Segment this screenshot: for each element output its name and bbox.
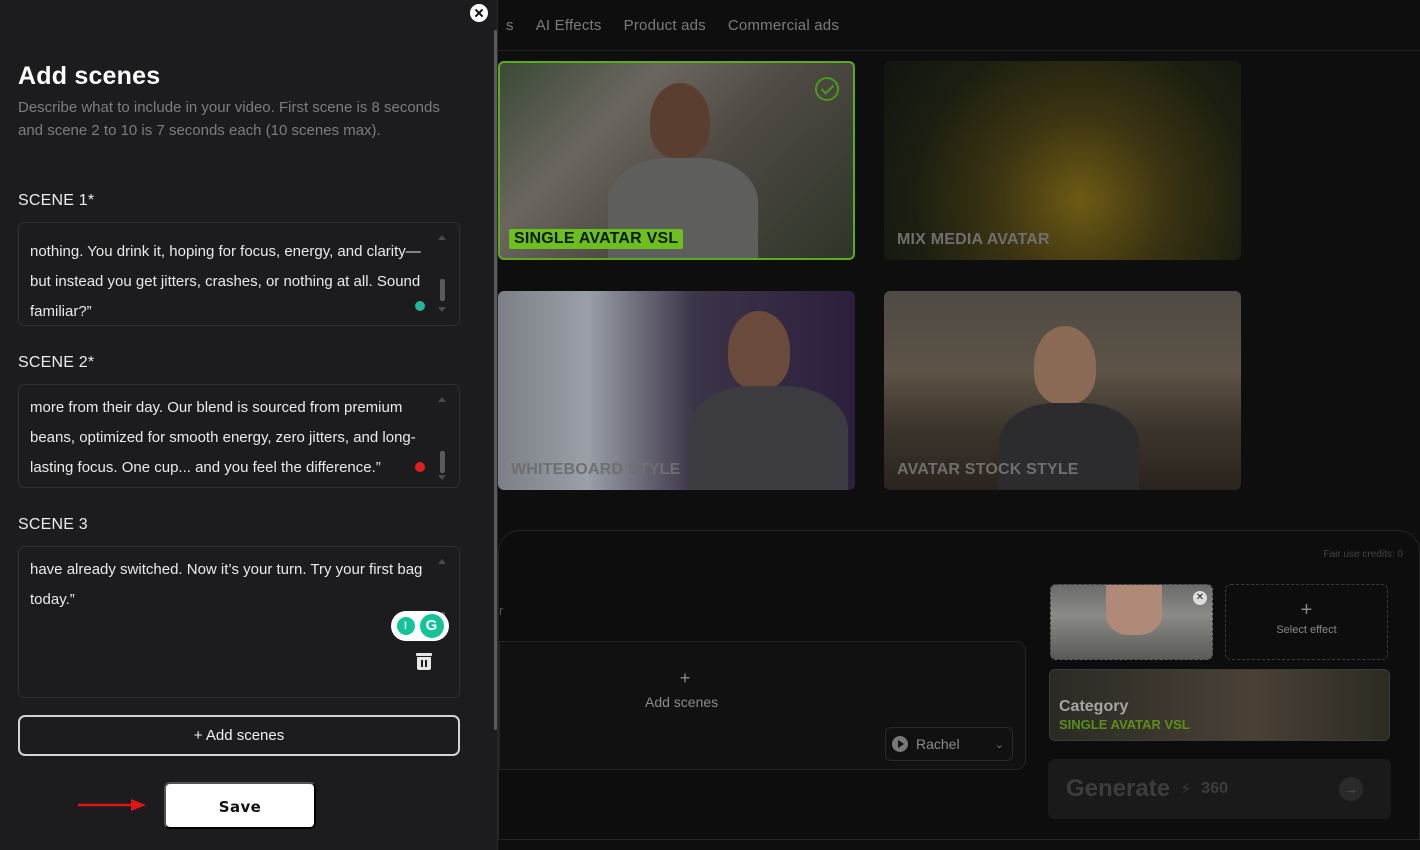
category-tabs: s AI Effects Product ads Commercial ads [498,0,1420,51]
scene-2-scrollbar[interactable] [438,397,446,480]
scene-2-textarea[interactable]: more from their day. Our blend is source… [18,384,460,488]
scroll-thumb [439,451,445,473]
stock-face-image [1034,326,1096,404]
style-card-avatar-stock-style[interactable]: AVATAR STOCK STYLE [884,291,1241,490]
tab-ai-effects[interactable]: AI Effects [536,17,602,34]
panel-scrollbar[interactable] [494,30,497,730]
truncated-label: r [499,603,504,618]
trash-body [417,657,431,670]
scroll-thumb [439,279,445,301]
chevron-down-icon: ⌄ [994,738,1004,751]
presenter-body-image [688,386,848,490]
tab-commercial-ads[interactable]: Commercial ads [728,17,839,34]
selected-check-icon [815,77,839,101]
category-key: Category [1059,698,1129,715]
scene-1-title: SCENE 1* [18,192,95,209]
tab-product-ads[interactable]: Product ads [624,17,706,34]
voice-name: Rachel [916,736,960,752]
generator-panel: Fair use credits: 0 r + Add scenes Rache… [498,530,1420,840]
effect-thumbnail[interactable]: ✕ [1050,584,1213,660]
scenes-dropzone[interactable]: + Add scenes Rachel ⌄ [499,641,1026,770]
plus-icon: + [679,668,691,688]
add-scenes-button[interactable]: + Add scenes [18,715,460,756]
scene-3-title: SCENE 3 [18,516,88,533]
delete-scene-icon[interactable] [416,653,432,670]
scene-2-text: more from their day. Our blend is source… [30,399,416,476]
scene-2-title: SCENE 2* [18,354,95,371]
category-box[interactable]: Category SINGLE AVATAR VSL [1049,669,1390,741]
arrow-right-icon: → [1339,777,1363,801]
scene-1-textarea[interactable]: nothing. You drink it, hoping for focus,… [18,222,460,326]
add-scenes-label: Add scenes [645,694,719,710]
panel-description: Describe what to include in your video. … [18,99,440,139]
scroll-down-icon [438,475,446,480]
scroll-up-icon [438,397,446,402]
presenter-face-image [728,311,790,389]
card-label: AVATAR STOCK STYLE [897,461,1079,478]
add-scenes-panel: Add scenes Describe what to include in y… [0,0,498,850]
card-label: SINGLE AVATAR VSL [509,229,684,249]
grammarly-icon[interactable]: ! G [391,611,449,641]
app-root: { "background": { "tabs": ["s", "AI Effe… [0,0,1420,850]
style-card-single-avatar-vsl[interactable]: SINGLE AVATAR VSL [498,61,855,260]
category-value: SINGLE AVATAR VSL [1059,717,1190,732]
scroll-up-icon [438,235,446,240]
avatar-face-image [650,83,710,158]
grammarly-logo-icon: G [419,614,444,638]
red-arrow-annotation [78,799,146,811]
scene-2-status-dot [415,462,425,472]
card-label: WHITEBOARD STYLE [511,461,681,478]
plus-icon: + [1300,599,1313,621]
trash-lid [416,653,432,656]
scene-1-text: nothing. You drink it, hoping for focus,… [30,243,421,320]
save-button[interactable]: Save [164,782,316,829]
fair-use-credits: Fair use credits: 0 [1323,549,1403,560]
style-card-whiteboard-style[interactable]: WHITEBOARD STYLE [498,291,855,490]
card-label: MIX MEDIA AVATAR [897,231,1050,248]
effect-face-image [1106,585,1162,635]
scene-1-status-dot [415,301,425,311]
scene-1-scrollbar[interactable] [438,235,446,312]
tab-partial[interactable]: s [506,17,514,34]
generate-button[interactable]: Generate ⚡ 360 → [1048,759,1391,819]
voice-select[interactable]: Rachel ⌄ [885,727,1013,761]
play-icon[interactable] [892,736,908,752]
bolt-icon: ⚡ [1180,781,1192,798]
remove-effect-icon[interactable]: ✕ [1193,591,1207,605]
close-icon[interactable] [469,3,489,23]
scroll-down-icon [438,307,446,312]
select-effect-label: Select effect [1276,624,1337,636]
generate-cost: 360 [1201,780,1228,797]
select-effect-button[interactable]: + Select effect [1225,584,1388,660]
panel-title: Add scenes [18,62,161,90]
scroll-up-icon [438,559,446,564]
style-card-mix-media-avatar[interactable]: MIX MEDIA AVATAR [884,61,1241,260]
generate-label: Generate [1066,775,1171,802]
scene-3-text: have already switched. Now it’s your tur… [30,561,423,608]
grammarly-suggestion-icon: ! [396,617,415,635]
scene-3-textarea[interactable]: have already switched. Now it’s your tur… [18,546,460,698]
